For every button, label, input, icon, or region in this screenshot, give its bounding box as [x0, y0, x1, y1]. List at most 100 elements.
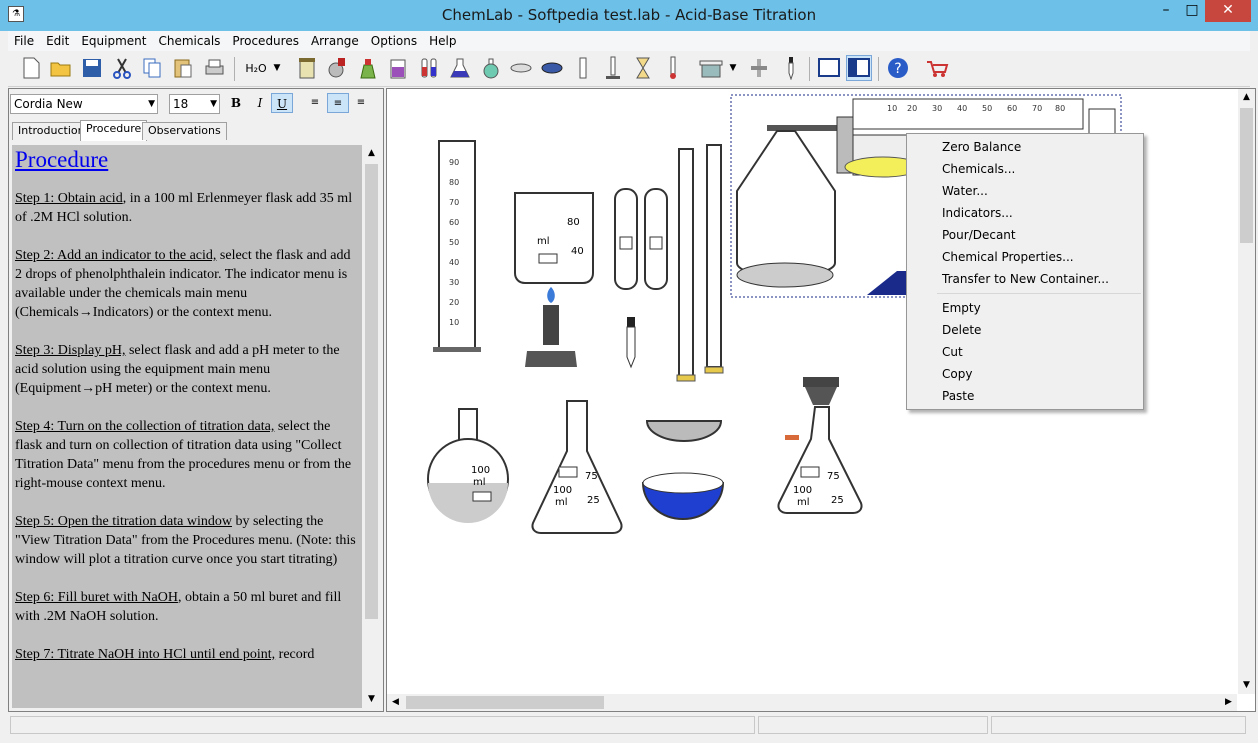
menu-item-cut[interactable]: Cut	[942, 341, 963, 363]
scroll-left-icon[interactable]: ◀	[387, 694, 404, 711]
evaporating-dish[interactable]	[645, 420, 723, 442]
menu-item-delete[interactable]: Delete	[942, 319, 981, 341]
svg-text:ml: ml	[473, 477, 486, 488]
menu-edit[interactable]: Edit	[40, 31, 75, 51]
round-flask-icon[interactable]	[478, 55, 504, 81]
menu-equipment[interactable]: Equipment	[75, 31, 152, 51]
tab-introduction[interactable]: Introduction	[12, 122, 91, 140]
reagent-bottle-icon[interactable]	[355, 55, 381, 81]
scroll-up-icon[interactable]: ▲	[363, 145, 380, 162]
menu-file[interactable]: File	[8, 31, 40, 51]
italic-button[interactable]: I	[249, 93, 271, 113]
hourglass-icon[interactable]	[630, 55, 656, 81]
buret-left[interactable]	[676, 148, 696, 382]
svg-text:80: 80	[1055, 104, 1065, 113]
document-scrollbar[interactable]: ▲ ▼	[363, 145, 380, 708]
font-family-select[interactable]: Cordia New ▼	[10, 94, 158, 114]
menu-item-zero-balance[interactable]: Zero Balance	[942, 136, 1021, 158]
print-icon[interactable]	[201, 55, 227, 81]
scroll-down-icon[interactable]: ▼	[1238, 677, 1255, 694]
procedure-document[interactable]: Procedure Step 1: Obtain acid, in a 100 …	[12, 145, 362, 708]
clamp-icon[interactable]	[746, 55, 772, 81]
thermometer-icon[interactable]	[660, 55, 686, 81]
workspace-vertical-scrollbar[interactable]: ▲ ▼	[1238, 89, 1255, 694]
chemical-bottle-icon[interactable]	[324, 55, 350, 81]
align-left-icon[interactable]: ≡	[304, 93, 326, 113]
svg-text:50: 50	[449, 238, 459, 247]
cut-icon[interactable]	[109, 55, 135, 81]
copy-icon[interactable]	[139, 55, 165, 81]
menu-arrange[interactable]: Arrange	[305, 31, 365, 51]
menu-item-empty[interactable]: Empty	[942, 297, 981, 319]
menu-options[interactable]: Options	[365, 31, 423, 51]
menu-bar: File Edit Equipment Chemicals Procedures Arra…	[8, 31, 1250, 51]
buret-stand-icon[interactable]	[600, 55, 626, 81]
test-tubes[interactable]	[614, 188, 668, 290]
menu-item-pour-decant[interactable]: Pour/Decant	[942, 224, 1016, 246]
bold-button[interactable]: B	[225, 93, 247, 113]
menu-item-transfer[interactable]: Transfer to New Container...	[942, 268, 1109, 290]
menu-procedures[interactable]: Procedures	[226, 31, 305, 51]
align-right-icon[interactable]: ≡	[350, 93, 372, 113]
new-file-icon[interactable]	[18, 55, 44, 81]
scroll-right-icon[interactable]: ▶	[1220, 694, 1237, 711]
round-bottom-flask[interactable]: 100ml	[427, 408, 509, 523]
save-icon[interactable]	[79, 55, 105, 81]
maximize-button[interactable]: □	[1179, 0, 1205, 22]
menu-chemicals[interactable]: Chemicals	[152, 31, 226, 51]
bowl-icon[interactable]	[539, 55, 565, 81]
menu-item-copy[interactable]: Copy	[942, 363, 972, 385]
erlenmeyer-flask[interactable]: 75 100ml 25	[531, 400, 623, 534]
dropper[interactable]	[626, 317, 636, 369]
dropdown-arrow-icon[interactable]: ▼	[270, 55, 284, 81]
chemical-jar-icon[interactable]	[294, 55, 320, 81]
open-folder-icon[interactable]	[48, 55, 74, 81]
minimize-button[interactable]: –	[1153, 0, 1179, 22]
chevron-down-icon: ▼	[148, 99, 155, 109]
tab-procedure[interactable]: Procedure	[80, 120, 148, 141]
shopping-cart-icon[interactable]	[924, 55, 950, 81]
erlenmeyer-flask-icon[interactable]	[447, 55, 473, 81]
beaker-purple-icon[interactable]	[385, 55, 411, 81]
scroll-up-icon[interactable]: ▲	[1238, 89, 1255, 106]
beaker[interactable]: 80 40 ml	[514, 192, 594, 284]
single-view-icon[interactable]	[816, 55, 842, 81]
evaporating-dish-icon[interactable]	[508, 55, 534, 81]
tab-observations[interactable]: Observations	[142, 122, 227, 140]
scroll-thumb[interactable]	[406, 696, 604, 709]
graduated-cylinder[interactable]: 90 80 70 60 50 40 30 20 10	[433, 140, 481, 352]
underline-button[interactable]: U	[271, 93, 293, 113]
dropdown-arrow-icon[interactable]: ▼	[726, 55, 740, 81]
font-size-select[interactable]: 18 ▼	[169, 94, 220, 114]
water-h2o-icon[interactable]: H₂O	[243, 55, 269, 81]
help-icon[interactable]: ?	[885, 55, 911, 81]
buret-right[interactable]	[704, 144, 724, 374]
workspace-horizontal-scrollbar[interactable]: ◀ ▶	[387, 694, 1237, 711]
menu-item-chemical-properties[interactable]: Chemical Properties...	[942, 246, 1074, 268]
split-view-icon[interactable]	[846, 55, 872, 81]
context-menu: Zero Balance Chemicals... Water... Indic…	[906, 133, 1144, 410]
filter-flask[interactable]: 75 100ml 25	[777, 377, 863, 514]
blue-bowl[interactable]	[641, 472, 725, 520]
svg-text:80: 80	[567, 217, 580, 228]
menu-separator	[937, 293, 1141, 294]
menu-item-paste[interactable]: Paste	[942, 385, 974, 407]
align-center-icon[interactable]: ≡	[327, 93, 349, 113]
balance-icon[interactable]	[698, 55, 724, 81]
svg-text:70: 70	[1032, 104, 1042, 113]
cylinder-icon[interactable]	[570, 55, 596, 81]
window-title: ChemLab - Softpedia test.lab - Acid-Base…	[441, 6, 817, 24]
scroll-thumb[interactable]	[365, 164, 378, 619]
close-button[interactable]: ✕	[1205, 0, 1251, 22]
bunsen-burner[interactable]	[525, 287, 577, 367]
paste-icon[interactable]	[170, 55, 196, 81]
menu-item-chemicals[interactable]: Chemicals...	[942, 158, 1015, 180]
menu-item-indicators[interactable]: Indicators...	[942, 202, 1013, 224]
scroll-down-icon[interactable]: ▼	[363, 691, 380, 708]
scroll-thumb[interactable]	[1240, 108, 1253, 243]
pipette-icon[interactable]	[778, 55, 804, 81]
menu-help[interactable]: Help	[423, 31, 462, 51]
menu-item-water[interactable]: Water...	[942, 180, 988, 202]
svg-text:25: 25	[587, 495, 600, 506]
test-tubes-icon[interactable]	[416, 55, 442, 81]
